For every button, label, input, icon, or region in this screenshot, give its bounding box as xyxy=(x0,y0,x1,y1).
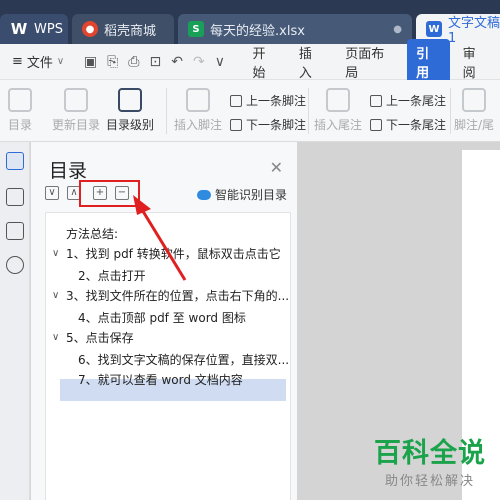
next-endnote-icon xyxy=(370,118,382,131)
toc-item-label: 7、就可以查看 word 文档内容 xyxy=(78,372,243,387)
chevron-down-icon: ∨ xyxy=(56,56,65,67)
toc-level-label: 目录级别 xyxy=(106,118,155,132)
toc-item[interactable]: 方法总结: xyxy=(66,223,118,243)
endnote-icon xyxy=(326,88,350,112)
redo-icon[interactable]: ↷ xyxy=(193,54,205,70)
insert-footnote-button[interactable]: 插入脚注 xyxy=(174,88,222,133)
tab-daoke-label: 稻壳商城 xyxy=(104,23,157,39)
toc-item-label: 3、找到文件所在的位置，点击右下角的... xyxy=(66,288,290,303)
toc-item-label: 方法总结: xyxy=(66,226,119,241)
left-rail xyxy=(0,142,30,500)
toc-item-label: 4、点击顶部 pdf 至 word 图标 xyxy=(78,310,246,325)
next-footnote-label: 下一条脚注 xyxy=(246,118,307,132)
tab-daoke-store[interactable]: ● 稻壳商城 xyxy=(72,14,174,44)
chevron-down-icon[interactable]: ∨ xyxy=(52,290,62,301)
menu-item-layout[interactable]: 页面布局 xyxy=(336,39,403,85)
toc-level-icon xyxy=(118,88,142,112)
chevron-down-icon[interactable]: ∨ xyxy=(52,332,62,343)
undo-icon[interactable]: ↶ xyxy=(171,54,183,70)
toc-item[interactable]: ∨ 3、找到文件所在的位置，点击右下角的... xyxy=(52,285,289,305)
preview-icon[interactable]: ⊡ xyxy=(149,54,161,70)
prev-endnote-icon xyxy=(370,94,382,107)
insert-endnote-label: 插入尾注 xyxy=(314,118,363,132)
toc-button[interactable]: 目录 xyxy=(8,88,32,133)
tab-wps-label: WPS xyxy=(34,21,63,37)
save-icon[interactable]: ▣ xyxy=(84,54,97,70)
file-menu-label: 文件 xyxy=(26,56,53,71)
quick-access-toolbar: ▣ ⎘ ⎙ ⊡ ↶ ↷ ∨ xyxy=(76,54,244,70)
menu-item-review[interactable]: 审阅 xyxy=(454,39,496,85)
toc-item-label: 1、找到 pdf 转换软件，鼠标双击点击它 xyxy=(66,246,281,261)
next-footnote-icon xyxy=(230,118,242,131)
wps-logo-icon: W xyxy=(10,20,28,38)
watermark-subtitle: 助你轻松解决 xyxy=(384,474,475,489)
file-menu[interactable]: ≡ 文件 ∨ xyxy=(0,52,76,71)
menu-item-references[interactable]: 引用 xyxy=(407,38,450,85)
footnote-icon xyxy=(186,88,210,112)
writer-icon: W xyxy=(426,21,442,37)
insert-footnote-label: 插入脚注 xyxy=(174,118,223,132)
toc-item[interactable]: 6、找到文字文稿的保存位置，直接双... xyxy=(78,349,289,369)
cloud-icon xyxy=(196,189,211,200)
ribbon-divider xyxy=(450,88,451,134)
menu-bar: ≡ 文件 ∨ ▣ ⎘ ⎙ ⊡ ↶ ↷ ∨ 开始 插入 页面布局 引用 审阅 xyxy=(0,38,500,85)
watermark-title: 百科全说 xyxy=(374,438,486,469)
bookmark-icon[interactable] xyxy=(6,222,24,240)
panel-title: 目录 xyxy=(49,160,88,182)
print-icon[interactable]: ⎙ xyxy=(128,54,139,70)
footnote-endnote-label: 脚注/尾 xyxy=(454,118,495,132)
toc-label: 目录 xyxy=(8,118,33,132)
smart-recognize-label: 智能识别目录 xyxy=(214,188,287,202)
prev-footnote-icon xyxy=(230,94,242,107)
page-thumbnail-icon[interactable] xyxy=(6,188,24,206)
footnote-endnote-button[interactable]: 脚注/尾 xyxy=(454,88,494,133)
toc-item[interactable]: 2、点击打开 xyxy=(78,265,146,285)
prev-endnote-label: 上一条尾注 xyxy=(386,94,447,108)
ribbon-divider xyxy=(166,88,167,134)
toc-item[interactable]: ∨ 1、找到 pdf 转换软件，鼠标双击点击它 xyxy=(52,243,281,263)
more-icon[interactable]: ∨ xyxy=(215,54,225,70)
watermark-logo: 百科全说 助你轻松解决 xyxy=(367,438,493,494)
ribbon-divider xyxy=(308,88,309,134)
spreadsheet-icon: S xyxy=(188,21,204,37)
refresh-icon xyxy=(64,88,88,112)
toc-level-button[interactable]: 目录级别 xyxy=(106,88,154,133)
smart-recognize-toc-button[interactable]: 智能识别目录 xyxy=(196,186,287,203)
toc-item[interactable]: ∨ 5、点击保存 xyxy=(52,327,134,347)
prev-endnote-button[interactable]: 上一条尾注 xyxy=(370,92,446,109)
chevron-down-icon[interactable]: ∨ xyxy=(52,248,62,259)
close-icon[interactable]: ✕ xyxy=(270,158,283,177)
next-endnote-label: 下一条尾注 xyxy=(386,118,447,132)
toc-icon xyxy=(8,88,32,112)
prev-footnote-label: 上一条脚注 xyxy=(246,94,307,108)
prev-footnote-button[interactable]: 上一条脚注 xyxy=(230,92,306,109)
unsaved-dot-icon[interactable]: ● xyxy=(393,24,402,35)
insert-endnote-button[interactable]: 插入尾注 xyxy=(314,88,362,133)
next-endnote-button[interactable]: 下一条尾注 xyxy=(370,116,446,133)
menu-item-start[interactable]: 开始 xyxy=(243,39,285,85)
daoke-fire-icon: ● xyxy=(82,21,98,37)
footnote-endnote-icon xyxy=(462,88,487,112)
toc-item[interactable]: 7、就可以查看 word 文档内容 xyxy=(78,369,243,389)
tab-xlsx-label: 每天的经验.xlsx xyxy=(210,23,305,39)
update-toc-label: 更新目录 xyxy=(52,118,101,132)
update-toc-button[interactable]: 更新目录 xyxy=(52,88,100,133)
toc-item-label: 6、找到文字文稿的保存位置，直接双... xyxy=(78,352,290,367)
hamburger-icon: ≡ xyxy=(12,54,23,69)
tab-wps-home[interactable]: W WPS xyxy=(0,14,68,44)
toc-panel: 目录 ✕ ∨ ∧ + − 智能识别目录 方法总结: ∨ 1、找到 pdf 转换软件，… xyxy=(31,142,297,500)
toc-item-label: 5、点击保存 xyxy=(66,330,134,345)
menu-item-insert[interactable]: 插入 xyxy=(290,39,332,85)
highlight-box xyxy=(79,180,140,207)
ribbon-references: 目录 更新目录 目录级别 插入脚注 上一条脚注 下一条脚注 插入尾注 上一条尾注… xyxy=(0,80,500,142)
toc-list: 方法总结: ∨ 1、找到 pdf 转换软件，鼠标双击点击它 2、点击打开 ∨ 3、找到文件… xyxy=(45,212,291,500)
toc-item[interactable]: 4、点击顶部 pdf 至 word 图标 xyxy=(78,307,246,327)
title-bar: W WPS ● 稻壳商城 S 每天的经验.xlsx ● W 文字文稿1 xyxy=(0,0,500,46)
collapse-all-icon[interactable]: ∨ xyxy=(45,186,59,200)
next-footnote-button[interactable]: 下一条脚注 xyxy=(230,116,306,133)
toc-panel-icon[interactable] xyxy=(6,152,24,170)
toc-item-label: 2、点击打开 xyxy=(78,268,146,283)
find-icon[interactable] xyxy=(6,256,24,274)
export-icon[interactable]: ⎘ xyxy=(107,54,118,70)
